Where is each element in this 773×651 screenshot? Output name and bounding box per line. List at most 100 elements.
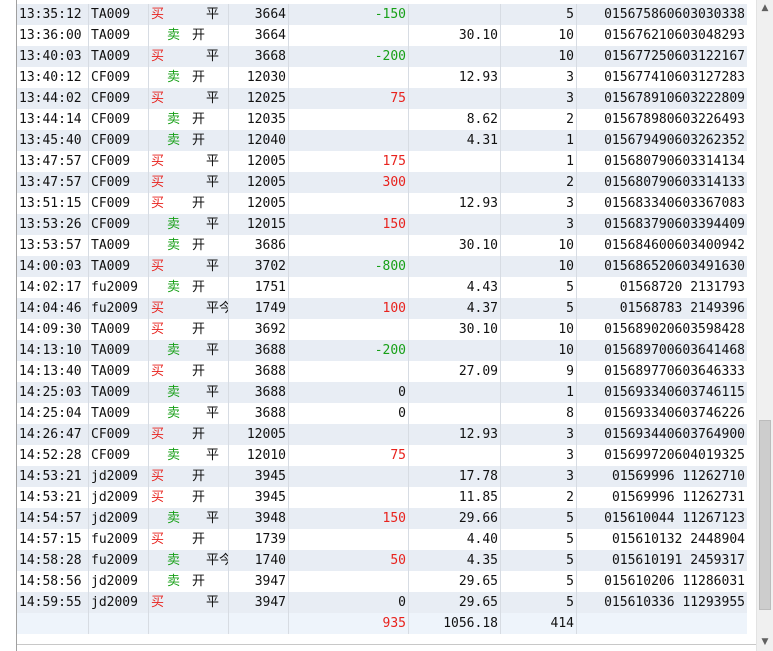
instrument-code: CF009 bbox=[89, 445, 149, 466]
table-row[interactable]: 14:53:21 jd2009 买 开 3945 17.78 3 01569996 11262… bbox=[17, 466, 747, 487]
table-row[interactable]: 13:51:15 CF009 买 开 12005 12.93 3 01568334060336… bbox=[17, 193, 747, 214]
instrument-code: fu2009 bbox=[89, 529, 149, 550]
trade-price: 3688 bbox=[229, 382, 289, 403]
commission-fee: 4.43 bbox=[409, 277, 501, 298]
table-row[interactable]: 14:13:10 TA009 卖平 3688 -200 10 015689700603641… bbox=[17, 340, 747, 361]
table-row[interactable]: 14:57:15 fu2009 买 开 1739 4.40 5 015610132 24489… bbox=[17, 529, 747, 550]
direction: 买 bbox=[151, 490, 165, 505]
trade-time: 13:53:26 bbox=[17, 214, 89, 235]
commission-fee: 30.10 bbox=[409, 319, 501, 340]
trade-price: 12025 bbox=[229, 88, 289, 109]
commission-fee: 4.37 bbox=[409, 298, 501, 319]
trade-id: 01568783 2149396 bbox=[619, 301, 745, 316]
direction: 买 bbox=[151, 154, 165, 169]
trade-time: 14:04:46 bbox=[17, 298, 89, 319]
trade-volume: 5 bbox=[501, 571, 577, 592]
table-row[interactable]: 14:04:46fu2009买 平今17491004.375 01568783 21… bbox=[17, 298, 747, 319]
commission-fee bbox=[409, 445, 501, 466]
scrollbar-thumb[interactable] bbox=[759, 420, 771, 610]
trade-id: 015677410603127283 bbox=[604, 70, 745, 85]
total-volume: 414 bbox=[501, 613, 577, 634]
commission-fee: 11.85 bbox=[409, 487, 501, 508]
instrument-code: jd2009 bbox=[89, 592, 149, 613]
table-row[interactable]: 13:44:02 CF009 买 平 12025 75 3 01567891060322280… bbox=[17, 88, 747, 109]
trade-price: 1749 bbox=[229, 298, 289, 319]
table-row[interactable]: 14:58:28fu2009 卖平今1740504.355 015610191 24… bbox=[17, 550, 747, 571]
trade-volume: 5 bbox=[501, 298, 577, 319]
table-row[interactable]: 14:25:03 TA009 卖平 3688 0 1 015693340603746115 bbox=[17, 382, 747, 403]
table-row[interactable]: 14:09:30 TA009 买 开 3692 30.10 10 01568902060359… bbox=[17, 319, 747, 340]
direction: 卖 bbox=[167, 553, 181, 568]
table-row[interactable]: 14:52:28 CF009 卖平 12010 75 3 01569972060401932… bbox=[17, 445, 747, 466]
open-close-flag: 平 bbox=[189, 445, 229, 466]
table-row[interactable]: 14:13:40 TA009 买 开 3688 27.09 9 015689770603646… bbox=[17, 361, 747, 382]
table-row[interactable]: 14:25:04 TA009 卖平 3688 0 8 015693340603746226 bbox=[17, 403, 747, 424]
open-close-flag: 开 bbox=[189, 319, 229, 340]
commission-fee: 4.31 bbox=[409, 130, 501, 151]
trade-volume: 3 bbox=[501, 445, 577, 466]
table-row[interactable]: 14:00:03 TA009 买 平 3702 -800 10 015686520603491… bbox=[17, 256, 747, 277]
direction: 买 bbox=[151, 196, 165, 211]
trade-price: 12015 bbox=[229, 214, 289, 235]
trade-price: 1739 bbox=[229, 529, 289, 550]
table-row[interactable]: 13:53:26 CF009 卖平 12015 150 3 0156837906033944… bbox=[17, 214, 747, 235]
instrument-code: TA009 bbox=[89, 340, 149, 361]
table-row[interactable]: 13:47:57 CF009 买 平 12005 175 1 0156807906033141… bbox=[17, 151, 747, 172]
table-row[interactable]: 14:02:17 fu2009 卖开 1751 4.43 5 01568720 213179… bbox=[17, 277, 747, 298]
trade-volume: 5 bbox=[501, 592, 577, 613]
open-close-flag: 开 bbox=[189, 130, 229, 151]
table-row[interactable]: 13:40:12 CF009 卖开 12030 12.93 3 01567741060312… bbox=[17, 67, 747, 88]
table-row[interactable]: 13:47:57 CF009 买 平 12005 300 2 0156807906033141… bbox=[17, 172, 747, 193]
table-row[interactable]: 13:40:03 TA009 买 平 3668 -200 10 015677250603122… bbox=[17, 46, 747, 67]
close-profit bbox=[289, 277, 409, 298]
empty-cell bbox=[17, 613, 89, 634]
table-row[interactable]: 14:58:56 jd2009 卖开 3947 29.65 5 015610206 1128… bbox=[17, 571, 747, 592]
table-row[interactable]: 14:53:21 jd2009 买 开 3945 11.85 2 01569996 11262… bbox=[17, 487, 747, 508]
open-close-flag: 平 bbox=[189, 403, 229, 424]
trade-price: 3945 bbox=[229, 466, 289, 487]
trade-price: 3692 bbox=[229, 319, 289, 340]
trade-time: 13:45:40 bbox=[17, 130, 89, 151]
trade-id: 01568720 2131793 bbox=[619, 280, 745, 295]
table-row[interactable]: 13:44:14 CF009 卖开 12035 8.62 2 015678980603226… bbox=[17, 109, 747, 130]
trade-price: 12005 bbox=[229, 151, 289, 172]
trade-time: 13:40:03 bbox=[17, 46, 89, 67]
trade-id: 015683790603394409 bbox=[604, 217, 745, 232]
scroll-down-arrow-icon[interactable]: ▼ bbox=[757, 634, 773, 651]
trade-price: 3945 bbox=[229, 487, 289, 508]
table-row[interactable]: 13:45:40 CF009 卖开 12040 4.31 1 015679490603262… bbox=[17, 130, 747, 151]
trade-records-panel: 13:35:12 TA009 买平 3664 -150 5 0156758606030303… bbox=[16, 0, 773, 651]
close-profit: 0 bbox=[289, 592, 409, 613]
table-row[interactable]: 13:53:57 TA009 卖开 3686 30.10 10 01568460060340… bbox=[17, 235, 747, 256]
trade-time: 14:58:28 bbox=[17, 550, 89, 571]
table-row[interactable]: 13:36:00 TA009 卖开 3664 30.10 10 01567621060304… bbox=[17, 25, 747, 46]
instrument-code: fu2009 bbox=[89, 277, 149, 298]
table-row[interactable]: 14:59:55 jd2009 买 平 3947 0 29.65 5 015610336 112… bbox=[17, 592, 747, 613]
instrument-code: TA009 bbox=[89, 319, 149, 340]
instrument-code: CF009 bbox=[89, 109, 149, 130]
table-row[interactable]: 14:54:57 jd2009 卖平 3948 150 29.66 5 015610044 1… bbox=[17, 508, 747, 529]
instrument-code: jd2009 bbox=[89, 487, 149, 508]
trade-volume: 5 bbox=[501, 4, 577, 25]
close-profit bbox=[289, 109, 409, 130]
trade-volume: 2 bbox=[501, 487, 577, 508]
total-profit: 935 bbox=[289, 613, 409, 634]
trade-id: 015675860603030338 bbox=[604, 7, 745, 22]
trade-price: 3688 bbox=[229, 340, 289, 361]
scroll-up-arrow-icon[interactable]: ▲ bbox=[757, 0, 773, 17]
commission-fee: 12.93 bbox=[409, 67, 501, 88]
close-profit: -150 bbox=[289, 4, 409, 25]
direction: 买 bbox=[151, 469, 165, 484]
trade-volume: 3 bbox=[501, 466, 577, 487]
trade-volume: 1 bbox=[501, 151, 577, 172]
trade-time: 14:02:17 bbox=[17, 277, 89, 298]
close-profit bbox=[289, 571, 409, 592]
instrument-code: fu2009 bbox=[89, 298, 149, 319]
table-row[interactable]: 14:26:47 CF009 买 开 12005 12.93 3 01569344060376… bbox=[17, 424, 747, 445]
table-row[interactable]: 13:35:12 TA009 买 平 3664 -150 5 0156758606030303… bbox=[17, 4, 747, 25]
vertical-scrollbar[interactable]: ▲ ▼ bbox=[756, 0, 773, 651]
trade-time: 13:53:57 bbox=[17, 235, 89, 256]
open-close-flag: 平今 bbox=[189, 298, 229, 319]
trade-price: 3688 bbox=[229, 361, 289, 382]
instrument-code: jd2009 bbox=[89, 571, 149, 592]
